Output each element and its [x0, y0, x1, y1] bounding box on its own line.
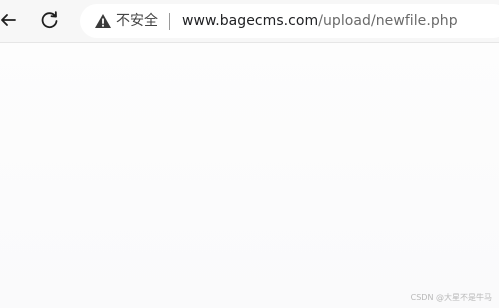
- watermark: CSDN @大星不是牛马: [410, 293, 492, 302]
- reload-icon: [41, 11, 58, 29]
- address-separator: [169, 13, 170, 30]
- arrow-left-icon: [1, 14, 16, 26]
- reload-button[interactable]: [36, 6, 64, 34]
- url-host: www.bagecms.com: [182, 13, 319, 29]
- security-status-label[interactable]: 不安全: [116, 11, 158, 31]
- back-button[interactable]: [0, 6, 22, 34]
- warning-triangle-icon[interactable]: [94, 13, 112, 29]
- url-path: /upload/newfile.php: [318, 13, 458, 29]
- address-bar[interactable]: 不安全 www.bagecms.com/upload/newfile.php: [80, 4, 499, 38]
- url-text[interactable]: www.bagecms.com/upload/newfile.php: [182, 11, 458, 31]
- browser-toolbar: 不安全 www.bagecms.com/upload/newfile.php: [0, 0, 499, 43]
- page-content: CSDN @大星不是牛马: [0, 43, 499, 308]
- browser-window: 不安全 www.bagecms.com/upload/newfile.php C…: [0, 0, 499, 308]
